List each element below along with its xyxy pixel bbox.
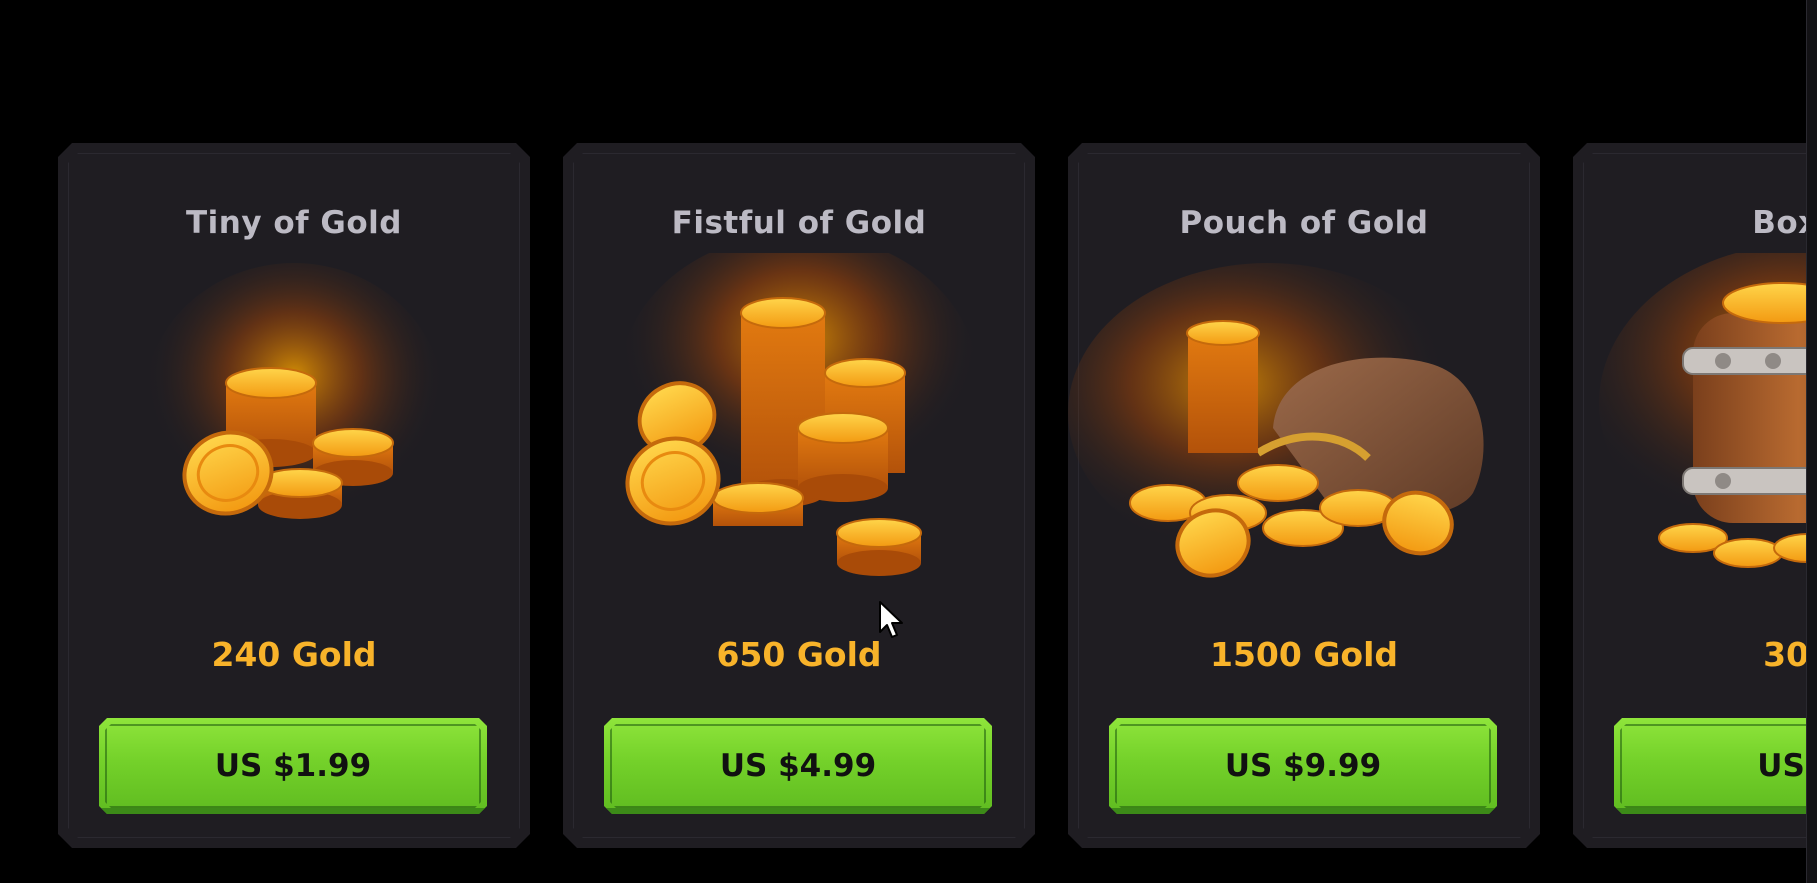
gold-amount: 240 Gold [211,635,377,674]
store-carousel[interactable]: Tiny of Gold 240 Gold US $1.99 Fistful o… [0,0,1807,883]
coin-stack-small-icon [58,253,530,633]
price-label: US $4.99 [719,748,877,784]
store-card-box-of-gold[interactable]: Box of [1573,143,1807,848]
price-label: US $9.99 [1224,748,1382,784]
buy-button[interactable]: US $9.99 [1109,718,1497,814]
coin-pile-icon [563,253,1035,633]
gold-amount: 3000 [1763,635,1807,674]
gold-barrel-icon [1573,253,1807,633]
game-store-screen: Tiny of Gold 240 Gold US $1.99 Fistful o… [0,0,1817,883]
buy-button[interactable]: US $2 [1614,718,1807,814]
gold-amount: 1500 Gold [1209,635,1399,674]
buy-button[interactable]: US $1.99 [99,718,487,814]
gold-pouch-icon [1068,253,1540,633]
card-title: Fistful of Gold [671,205,927,241]
gold-amount: 650 Gold [716,635,882,674]
card-title: Tiny of Gold [186,205,402,241]
store-card-pouch-of-gold[interactable]: Pouch of Gold 1500 Gold US $9.99 [1068,143,1540,848]
store-card-tiny-of-gold[interactable]: Tiny of Gold 240 Gold US $1.99 [58,143,530,848]
scroll-edge [1806,0,1817,883]
card-title: Pouch of Gold [1179,205,1429,241]
buy-button[interactable]: US $4.99 [604,718,992,814]
mouse-cursor-icon [879,601,903,638]
price-label: US $1.99 [214,748,372,784]
price-label: US $2 [1757,748,1805,784]
card-title: Box of [1752,205,1799,241]
store-card-fistful-of-gold[interactable]: Fistful of Gold 650 Gold US $4.99 [563,143,1035,848]
